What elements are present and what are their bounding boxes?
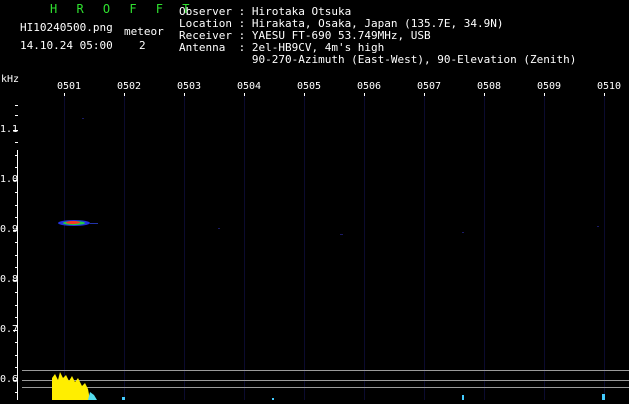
x-tick-0508: 0508	[477, 81, 502, 92]
meteor-label: meteor	[124, 25, 164, 38]
x-tick-0504: 0504	[237, 81, 262, 92]
x-tick-0506: 0506	[357, 81, 382, 92]
meteor-count: 2	[139, 39, 146, 52]
meteor-echo	[58, 220, 98, 226]
y-axis-unit: kHz	[1, 74, 20, 85]
x-tick-0507: 0507	[417, 81, 442, 92]
x-tick-0502: 0502	[117, 81, 142, 92]
x-tick-0509: 0509	[537, 81, 562, 92]
x-tick-0510: 0510	[597, 81, 622, 92]
x-tick-0501: 0501	[57, 81, 82, 92]
spectrogram	[22, 96, 629, 400]
filename-label: HI10240500.png	[20, 21, 113, 34]
x-tick-0505: 0505	[297, 81, 322, 92]
x-tick-0503: 0503	[177, 81, 202, 92]
app-title: H R O F F T	[50, 2, 196, 16]
antenna-direction-line: 90-270-Azimuth (East-West), 90-Elevation…	[179, 53, 577, 66]
datetime-label: 14.10.24 05:00	[20, 39, 113, 52]
